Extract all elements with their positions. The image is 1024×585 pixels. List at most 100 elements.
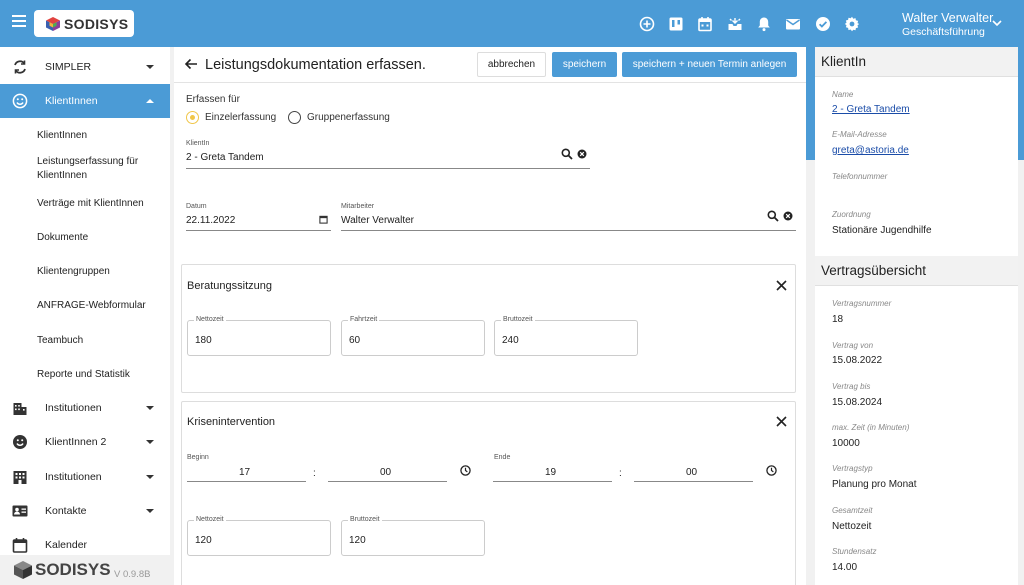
building-icon [13,403,27,415]
inbox-icon[interactable] [726,15,743,32]
fahrtzeit-label: Fahrtzeit [348,316,380,323]
vertrag-panel-title: Vertragsübersicht [821,263,927,278]
save-and-new-appointment-button[interactable]: speichern + neuen Termin anlegen [622,52,797,77]
ende-minute-field[interactable]: 00 [686,467,697,478]
vertrag-von-value: 15.08.2022 [832,355,883,366]
bruttozeit-input[interactable]: Bruttozeit 120 [341,516,485,556]
ende-hour-underline [493,481,612,482]
ende-label: Ende [494,454,511,461]
clear-icon[interactable] [783,211,793,221]
info-panel: KlientIn Name 2 - Greta Tandem E-Mail-Ad… [815,47,1018,585]
klient-name-link[interactable]: 2 - Greta Tandem [832,104,910,115]
vertragsnummer-value: 18 [832,314,844,325]
nettozeit-input[interactable]: Nettozeit 120 [187,516,331,556]
calendar-icon [12,538,28,553]
sidebar-item-institutionen[interactable]: Institutionen [0,391,170,425]
nettozeit-value: 120 [195,535,212,546]
sidebar-subitem-reporte[interactable]: Reporte und Statistik [37,368,162,382]
card-title: Beratungssitzung [187,280,272,292]
sidebar-item-institutionen-2[interactable]: Institutionen [0,460,170,494]
logo-text: SODISYS [64,15,129,32]
phone-label: Telefonnummer [832,172,888,181]
logo[interactable]: SODISYS [34,10,134,37]
datum-field[interactable]: 22.11.2022 [186,215,235,226]
calendar-icon[interactable] [697,15,714,32]
sidebar-subitem-leistungserfassung[interactable]: Leistungserfassung für KlientInnen [37,155,162,183]
sidebar-subitem-klientengruppen[interactable]: Klientengruppen [37,265,162,279]
caret-down-icon [146,509,154,513]
sidebar-item-label: Kontakte [45,505,87,517]
smiley-icon [12,93,28,109]
footer-logo: SODISYS [14,560,111,580]
bell-icon[interactable] [756,15,773,32]
caret-down-icon [146,65,154,69]
smiley-filled-icon [13,435,27,449]
save-button[interactable]: speichern [552,52,617,77]
klient-panel-title: KlientIn [821,54,867,69]
close-icon[interactable] [776,280,787,291]
vertrag-von-label: Vertrag von [832,341,874,350]
card-title: Krisenintervention [187,416,276,428]
bruttozeit-input[interactable]: Bruttozeit 240 [494,316,638,356]
gesamtzeit-value: Nettozeit [832,521,872,532]
sidebar-item-label: KlientInnen 2 [45,436,107,448]
radio-einzelerfassung[interactable] [186,111,199,124]
beginn-minute-underline [328,481,447,482]
beginn-hour-field[interactable]: 17 [239,467,250,478]
beginn-minute-field[interactable]: 00 [380,467,391,478]
radio-einzelerfassung-label: Einzelerfassung [205,112,277,123]
service-card-krisenintervention: Krisenintervention Beginn 17 : 00 Ende 1… [181,401,796,585]
email-label: E-Mail-Adresse [832,130,887,139]
top-bar: SODISYS Walter Verwalter Geschäftsführun… [0,0,1024,47]
mail-icon[interactable] [785,15,802,32]
sidebar-item-label: Institutionen [45,471,102,483]
cancel-button[interactable]: abbrechen [477,52,546,77]
nettozeit-input[interactable]: Nettozeit 180 [187,316,331,356]
klient-underline [186,168,590,169]
email-link[interactable]: greta@astoria.de [832,145,909,156]
sidebar-subitem-dokumente[interactable]: Dokumente [37,231,162,245]
nettozeit-value: 180 [195,335,212,346]
sidebar-item-label: Institutionen [45,402,102,414]
sidebar-item-label: KlientInnen [45,95,98,107]
sidebar-item-klientinnen[interactable]: KlientInnen [0,84,170,118]
user-menu[interactable]: Walter Verwalter Geschäftsführung [902,11,993,38]
sidebar-footer: SODISYS V 0.9.8B [0,555,170,585]
radio-gruppenerfassung[interactable] [288,111,301,124]
sidebar-item-klientinnen-2[interactable]: KlientInnen 2 [0,425,170,459]
clock-icon[interactable] [766,465,777,476]
sidebar-subitem-vertraege[interactable]: Verträge mit KlientInnen [37,197,162,211]
klient-panel-header: KlientIn [815,47,1018,77]
vertrag-bis-value: 15.08.2024 [832,397,883,408]
ende-hour-field[interactable]: 19 [545,467,556,478]
user-name: Walter Verwalter [902,11,994,25]
search-icon[interactable] [561,148,573,160]
fahrtzeit-input[interactable]: Fahrtzeit 60 [341,316,485,356]
sidebar-subitem-anfrage[interactable]: ANFRAGE-Webformular [37,299,162,313]
main-panel: Leistungsdokumentation erfassen. abbrech… [174,47,806,585]
sidebar-subitem-klientinnen[interactable]: KlientInnen [37,129,162,143]
board-icon[interactable] [667,15,684,32]
menu-icon[interactable] [12,15,26,27]
close-icon[interactable] [776,416,787,427]
sidebar-item-simpler[interactable]: SIMPLER [0,50,170,84]
back-arrow-icon[interactable] [184,58,198,70]
calendar-small-icon[interactable] [319,215,328,224]
search-icon[interactable] [767,210,779,222]
add-circle-icon[interactable] [638,15,655,32]
sidebar-item-kontakte[interactable]: Kontakte [0,494,170,528]
gear-icon[interactable] [844,15,861,32]
chevron-down-icon[interactable] [992,20,1002,27]
mitarbeiter-underline [341,230,796,231]
klient-field[interactable]: 2 - Greta Tandem [186,152,264,163]
bruttozeit-label: Bruttozeit [348,516,382,523]
datum-label: Datum [186,203,207,210]
clear-icon[interactable] [577,149,587,159]
check-circle-icon[interactable] [814,15,831,32]
version-label: V 0.9.8B [114,569,151,580]
mitarbeiter-field[interactable]: Walter Verwalter [341,215,414,226]
name-label: Name [832,90,854,99]
clock-icon[interactable] [460,465,471,476]
ende-minute-underline [634,481,753,482]
sidebar-subitem-teambuch[interactable]: Teambuch [37,334,162,348]
